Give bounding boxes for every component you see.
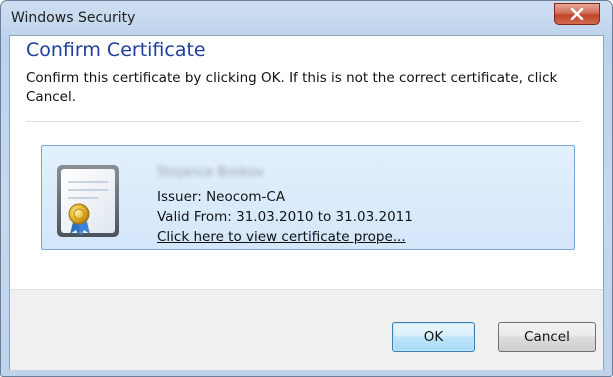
dialog-window: Windows Security OK Cancel Confirm Certi… bbox=[0, 0, 613, 377]
title-bar[interactable]: Windows Security bbox=[1, 1, 612, 35]
window-title: Windows Security bbox=[11, 10, 136, 26]
ok-button[interactable]: OK bbox=[392, 322, 475, 352]
certificate-validity: Valid From: 31.03.2010 to 31.03.2011 bbox=[157, 209, 413, 225]
certificate-subject-name: Stojance Boskov bbox=[157, 165, 264, 180]
view-certificate-properties-link[interactable]: Click here to view certificate prope... bbox=[157, 229, 406, 245]
certificate-tile[interactable]: Stojance Boskov Issuer: Neocom-CA Valid … bbox=[41, 145, 575, 250]
cancel-button[interactable]: Cancel bbox=[498, 322, 596, 352]
dialog-heading: Confirm Certificate bbox=[26, 39, 206, 61]
certificate-icon bbox=[57, 165, 119, 237]
close-button[interactable] bbox=[554, 3, 600, 25]
certificate-issuer: Issuer: Neocom-CA bbox=[157, 189, 286, 205]
button-bar: OK Cancel bbox=[10, 289, 603, 370]
separator bbox=[26, 121, 581, 122]
dialog-instruction: Confirm this certificate by clicking OK.… bbox=[26, 70, 558, 105]
close-icon bbox=[570, 8, 584, 20]
